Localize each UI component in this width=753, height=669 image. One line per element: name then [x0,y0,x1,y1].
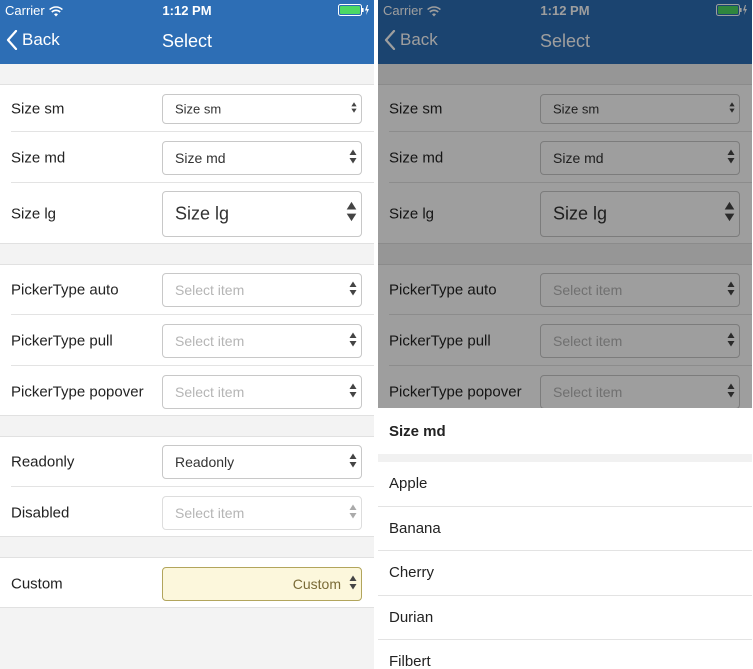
picker-option[interactable]: Durian [378,596,752,640]
form-row-size-lg: Size lg Size lg [0,183,374,245]
form-section: Size sm Size sm Size md Size md Size lg Size … [0,84,374,244]
size-lg-label: Size lg [11,205,57,223]
custom-select[interactable]: Custom [162,567,362,601]
form-row-disabled: Disabled Select item [0,487,374,538]
up-down-arrows-icon [351,101,357,117]
form-section: PickerType auto Select item PickerType pul… [0,264,374,416]
form-row-custom: Custom Custom [0,558,374,609]
picker-option[interactable]: Apple [378,462,752,507]
picker-auto-label: PickerType auto [11,281,119,299]
up-down-arrows-icon [346,201,357,228]
up-down-arrows-icon [349,575,357,594]
picker-sheet: Size md Apple Banana Cherry Durian Filbert [378,408,752,669]
picker-separator [378,454,752,462]
size-lg-select-value: Size lg [175,203,230,224]
picker-auto-select[interactable]: Select item [162,273,362,307]
picker-popover-label: PickerType popover [11,383,144,400]
up-down-arrows-icon [349,383,357,402]
disabled-select: Select item [162,496,362,530]
up-down-arrows-icon [349,149,357,168]
custom-label: Custom [11,575,63,592]
size-md-select-value: Size md [175,150,226,166]
size-sm-select[interactable]: Size sm [162,94,362,124]
custom-select-value: Custom [292,576,341,592]
form-row-size-sm: Size sm Size sm [0,85,374,132]
form-content: Size sm Size sm Size md Size md Size lg Size … [0,64,374,669]
picker-option[interactable]: Banana [378,507,752,551]
size-sm-select-value: Size sm [175,101,222,117]
picker-pull-label: PickerType pull [11,332,113,349]
form-row-picker-pull: PickerType pull Select item [0,315,374,366]
form-section: Readonly Readonly Disabled Select item [0,436,374,537]
form-section: Custom Custom [0,557,374,608]
picker-popover-select-value: Select item [175,384,245,400]
size-md-select[interactable]: Size md [162,141,362,175]
up-down-arrows-icon [349,281,357,300]
up-down-arrows-icon [349,332,357,351]
size-sm-label: Size sm [11,100,65,117]
chevron-left-icon [6,29,18,51]
picker-pull-select-value: Select item [175,333,245,349]
two-screen-stage: Carrier 1:12 PM Back Select Size sm Size sm Si… [0,0,753,669]
status-bar: Carrier 1:12 PM [0,0,374,20]
picker-option[interactable]: Cherry [378,551,752,596]
size-md-label: Size md [11,149,66,166]
select-screen-with-picker: Carrier 1:12 PM Back Select Size sm Size sm Si… [378,0,752,669]
readonly-select[interactable]: Readonly [162,445,362,479]
up-down-arrows-icon [349,504,357,523]
battery-icon [338,4,370,16]
form-row-size-md: Size md Size md [0,132,374,183]
status-time: 1:12 PM [162,3,212,18]
form-row-readonly: Readonly Readonly [0,437,374,487]
back-button[interactable]: Back [6,29,60,51]
picker-options-list: Apple Banana Cherry Durian Filbert [378,462,752,669]
up-down-arrows-icon [349,453,357,472]
picker-popover-select[interactable]: Select item [162,375,362,409]
dim-overlay[interactable] [378,0,752,408]
picker-option[interactable]: Filbert [378,640,752,669]
readonly-select-value: Readonly [175,454,235,470]
nav-bar: Back Select [0,20,374,64]
disabled-label: Disabled [11,504,70,521]
picker-title: Size md [389,422,446,440]
disabled-select-value: Select item [175,505,245,521]
form-row-picker-auto: PickerType auto Select item [0,265,374,315]
picker-auto-select-value: Select item [175,282,245,298]
form-row-picker-popover: PickerType popover Select item [0,366,374,417]
readonly-label: Readonly [11,453,75,471]
select-screen: Carrier 1:12 PM Back Select Size sm Size sm Si… [0,0,374,669]
back-label: Back [22,30,60,49]
picker-pull-select[interactable]: Select item [162,324,362,358]
size-lg-select[interactable]: Size lg [162,191,362,237]
